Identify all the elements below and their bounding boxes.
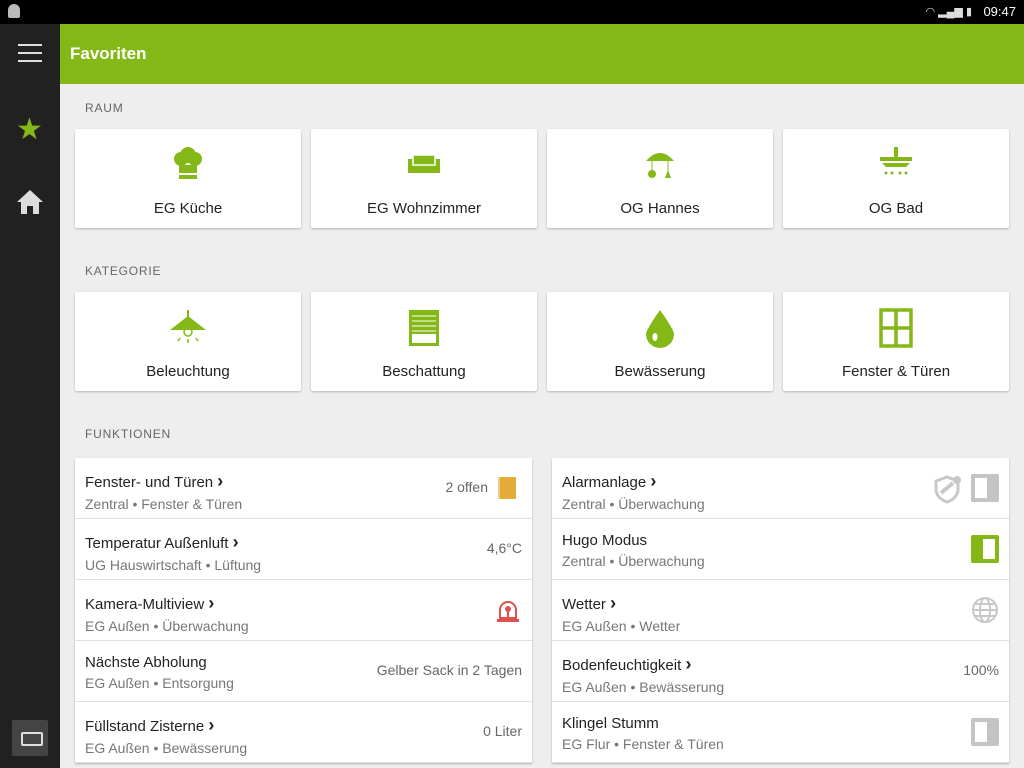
- app-bar: Favoriten: [60, 24, 1024, 84]
- function-subtitle: EG Außen • Bewässerung: [562, 679, 725, 695]
- menu-icon[interactable]: [18, 44, 42, 62]
- function-value: Gelber Sack in 2 Tagen: [376, 662, 522, 678]
- chevron-right-icon: ›: [650, 471, 657, 491]
- function-value: 0 Liter: [483, 723, 522, 739]
- android-icon: [8, 4, 20, 18]
- function-title: Bodenfeuchtigkeit: [562, 657, 682, 674]
- shower-icon: [880, 147, 912, 175]
- function-subtitle: Zentral • Überwachung: [562, 553, 705, 569]
- function-title: Kamera-Multiview: [85, 596, 205, 613]
- chef-hat-icon: [174, 147, 202, 179]
- baby-mobile-icon: [646, 153, 674, 178]
- card-label: Fenster & Türen: [841, 363, 951, 380]
- function-subtitle: EG Außen • Wetter: [562, 618, 681, 634]
- shield-alarm-icon: [934, 475, 961, 504]
- function-title: Wetter: [562, 596, 606, 613]
- function-row[interactable]: Kamera-Multiview › EG Außen • Überwachung: [75, 580, 532, 641]
- function-row[interactable]: Hugo Modus Zentral • Überwachung: [552, 519, 1009, 580]
- category-card[interactable]: Bewässerung: [547, 292, 773, 391]
- function-row[interactable]: Klingel Stumm EG Flur • Fenster & Türen: [552, 702, 1009, 763]
- water-drop-icon: [646, 310, 674, 348]
- card-label: EG Küche: [153, 200, 223, 217]
- function-title: Alarmanlage: [562, 474, 647, 491]
- category-card[interactable]: Beleuchtung: [75, 292, 301, 391]
- card-label: OG Hannes: [620, 200, 700, 217]
- function-title: Nächste Abholung: [85, 654, 207, 671]
- sidebar: ★: [0, 24, 60, 768]
- chevron-right-icon: ›: [217, 471, 224, 491]
- function-row[interactable]: Fenster- und Türen › Zentral • Fenster & …: [75, 458, 532, 519]
- sofa-icon[interactable]: [12, 720, 48, 756]
- function-row[interactable]: Temperatur Außenluft › UG Hauswirtschaft …: [75, 519, 532, 580]
- function-title: Klingel Stumm: [562, 715, 659, 732]
- favorites-star-icon[interactable]: ★: [16, 112, 43, 147]
- room-card[interactable]: OG Bad: [783, 129, 1009, 228]
- room-card[interactable]: OG Hannes: [547, 129, 773, 228]
- function-subtitle: Zentral • Fenster & Türen: [85, 496, 243, 512]
- home-icon[interactable]: [16, 188, 44, 216]
- function-row[interactable]: Füllstand Zisterne › EG Außen • Bewässeru…: [75, 702, 532, 763]
- functions-list-left: Fenster- und Türen › Zentral • Fenster & …: [75, 458, 532, 763]
- shutter-icon: [409, 310, 439, 346]
- function-subtitle: EG Außen • Überwachung: [85, 618, 249, 634]
- toggle-switch[interactable]: [971, 535, 999, 563]
- wifi-signal-battery-icon: ◠ ▂▄▆ ▮: [925, 6, 972, 18]
- toggle-switch[interactable]: [971, 474, 999, 502]
- function-row[interactable]: Wetter › EG Außen • Wetter: [552, 580, 1009, 641]
- sofa-icon: [408, 154, 440, 173]
- page-title: Favoriten: [70, 44, 147, 63]
- globe-icon: [972, 597, 998, 623]
- function-row[interactable]: Bodenfeuchtigkeit › EG Außen • Bewässerun…: [552, 641, 1009, 702]
- section-raum: RAUM: [85, 101, 124, 115]
- card-label: OG Bad: [868, 200, 924, 217]
- function-value: 2 offen: [445, 479, 488, 495]
- function-subtitle: UG Hauswirtschaft • Lüftung: [85, 557, 262, 573]
- function-subtitle: EG Flur • Fenster & Türen: [562, 736, 724, 752]
- function-row[interactable]: Nächste Abholung EG Außen • Entsorgung Gel…: [75, 641, 532, 702]
- card-label: Beleuchtung: [146, 363, 230, 380]
- door-open-icon: [498, 477, 516, 499]
- room-card[interactable]: EG Wohnzimmer: [311, 129, 537, 228]
- function-value: 100%: [963, 662, 999, 678]
- function-value: 4,6°C: [486, 540, 522, 556]
- toggle-switch[interactable]: [971, 718, 999, 746]
- functions-list-right: Alarmanlage › Zentral • Überwachung Hugo M…: [552, 458, 1009, 763]
- room-card[interactable]: EG Küche: [75, 129, 301, 228]
- card-label: Bewässerung: [614, 363, 706, 380]
- chevron-right-icon: ›: [208, 593, 215, 613]
- function-title: Fenster- und Türen: [85, 474, 214, 491]
- window-icon: [879, 308, 913, 348]
- chevron-right-icon: ›: [232, 532, 239, 552]
- category-card[interactable]: Beschattung: [311, 292, 537, 391]
- function-row[interactable]: Alarmanlage › Zentral • Überwachung: [552, 458, 1009, 519]
- function-title: Temperatur Außenluft: [85, 535, 229, 552]
- function-title: Hugo Modus: [562, 532, 648, 549]
- status-bar: ◠ ▂▄▆ ▮ 09:47: [0, 0, 1024, 24]
- clock: 09:47: [983, 4, 1016, 19]
- function-title: Füllstand Zisterne: [85, 718, 205, 735]
- alarm-siren-icon: [497, 601, 519, 622]
- category-card[interactable]: Fenster & Türen: [783, 292, 1009, 391]
- lamp-icon: [170, 310, 206, 343]
- chevron-right-icon: ›: [685, 654, 692, 674]
- function-subtitle: EG Außen • Bewässerung: [85, 740, 248, 756]
- section-kategorie: KATEGORIE: [85, 264, 162, 278]
- section-funktionen: FUNKTIONEN: [85, 427, 171, 441]
- card-label: EG Wohnzimmer: [367, 200, 481, 217]
- card-label: Beschattung: [382, 363, 466, 380]
- chevron-right-icon: ›: [610, 593, 617, 613]
- chevron-right-icon: ›: [208, 715, 215, 735]
